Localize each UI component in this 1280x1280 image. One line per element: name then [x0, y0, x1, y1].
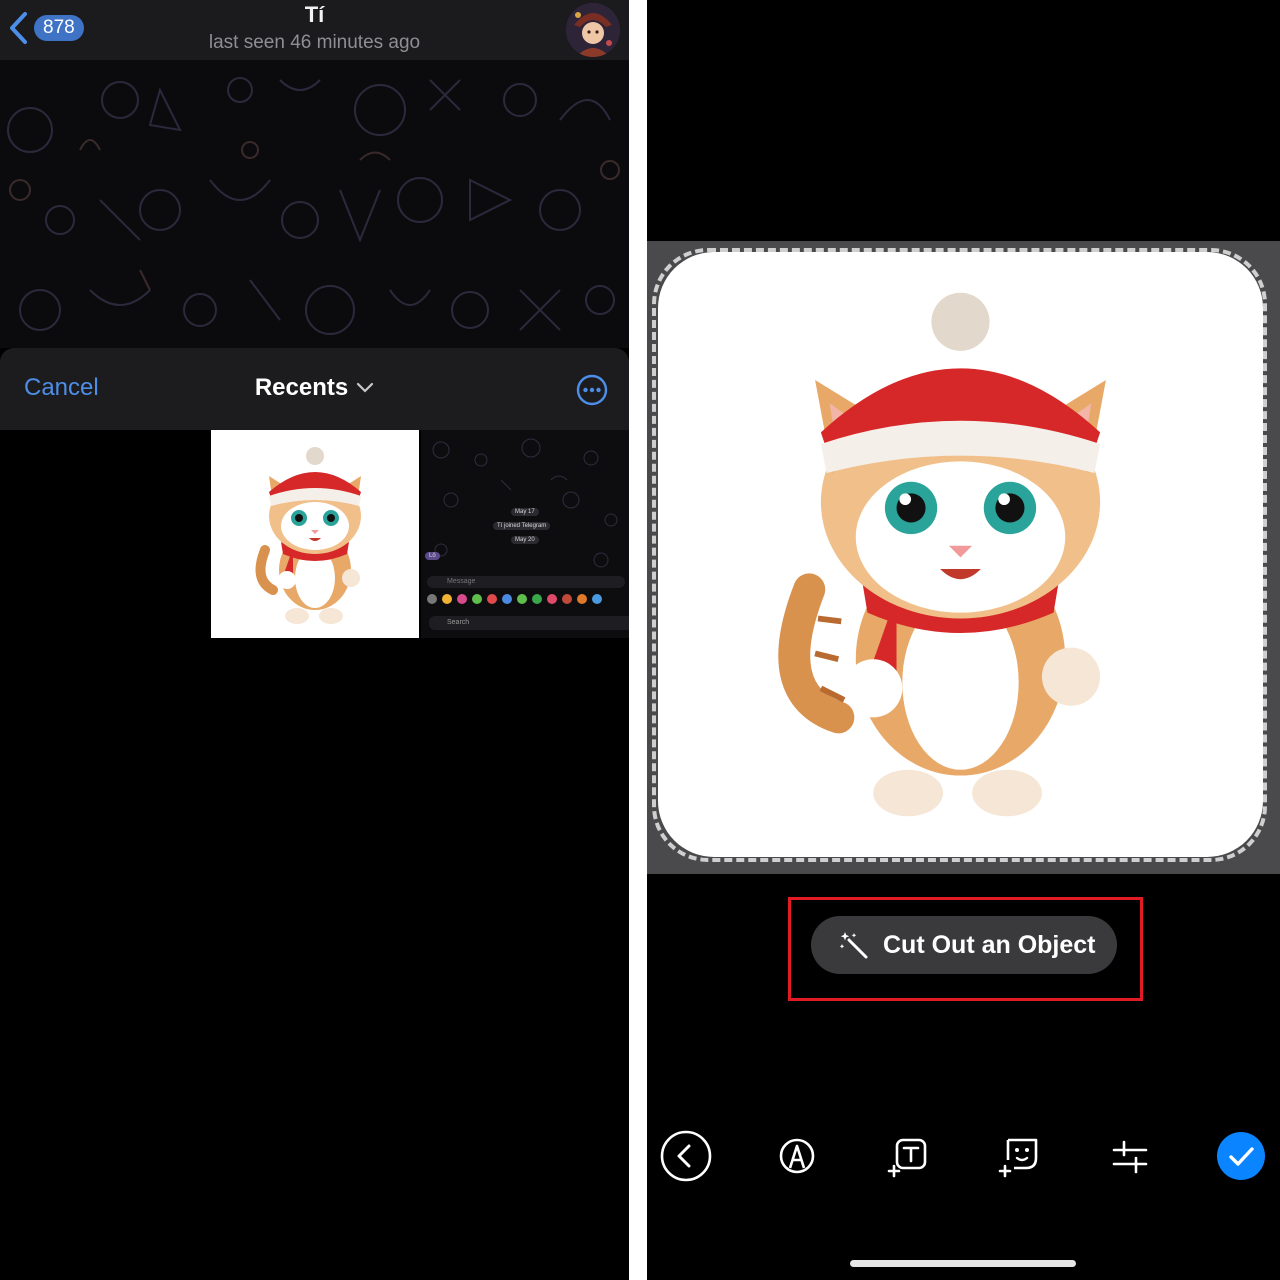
album-title: Recents	[254, 374, 349, 401]
album-selector[interactable]: Recents	[255, 374, 374, 402]
back-icon[interactable]	[658, 1128, 714, 1184]
cut-out-object-button[interactable]: Cut Out an Object	[811, 916, 1117, 974]
avatar[interactable]	[566, 3, 620, 57]
photo-thumbnail-cat[interactable]	[211, 430, 419, 638]
adjust-icon[interactable]	[1102, 1128, 1158, 1184]
date-chip-may17: May 17	[511, 508, 539, 516]
chat-title[interactable]: Tí	[0, 2, 629, 28]
message-bubble: Lô	[425, 552, 440, 560]
last-seen-status: last seen 46 minutes ago	[208, 32, 421, 53]
mini-search-bar: Search	[429, 616, 629, 630]
photo-thumbnail-screenshot[interactable]: May 17 Tí joined Telegram May 20 Lô Mess…	[421, 430, 629, 638]
avatar-art	[566, 3, 620, 57]
home-indicator	[850, 1260, 1076, 1267]
chat-photo-picker-screen: 878 Tí last seen 46 minutes ago Cancel R…	[0, 0, 629, 1280]
cat-sticker-large	[778, 292, 1106, 817]
draw-icon[interactable]	[769, 1128, 825, 1184]
magic-wand-icon	[839, 932, 868, 959]
mini-emoji-row	[427, 594, 602, 604]
chat-wallpaper	[0, 60, 629, 360]
doodle-pattern	[7, 77, 620, 335]
picker-toolbar: Cancel Recents	[0, 348, 629, 430]
chat-header: 878 Tí last seen 46 minutes ago	[0, 0, 629, 60]
screenshot-wallpaper	[432, 438, 618, 568]
chevron-down-icon	[357, 382, 374, 393]
photo-picker-sheet: Cancel Recents May 17 Tí joined Telegram…	[0, 348, 629, 1280]
photo-editor-screen: Cut Out an Object	[647, 0, 1280, 1280]
sticker-preview[interactable]	[658, 252, 1263, 857]
date-chip-may20: May 20	[511, 536, 539, 544]
text-icon[interactable]	[880, 1128, 936, 1184]
mini-message-input: Message	[427, 576, 625, 588]
done-icon[interactable]	[1213, 1128, 1269, 1184]
service-message: Tí joined Telegram	[493, 522, 551, 530]
sticker-icon[interactable]	[991, 1128, 1047, 1184]
cat-sticker-image	[255, 447, 361, 624]
cut-out-object-label: Cut Out an Object	[883, 930, 1096, 959]
editor-canvas	[647, 241, 1280, 874]
more-options-icon[interactable]	[576, 374, 608, 406]
